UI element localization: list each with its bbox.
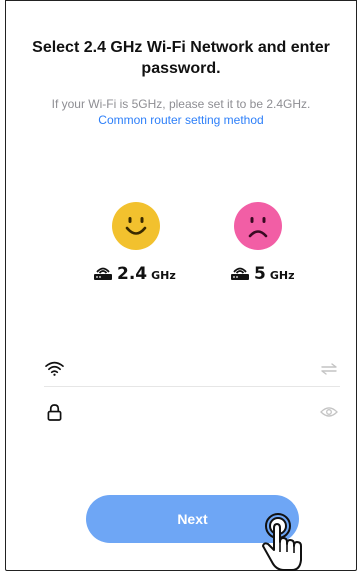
- band-unit: GHz: [269, 269, 295, 282]
- band-number: 5: [254, 264, 266, 284]
- password-input[interactable]: [74, 397, 308, 427]
- router-icon: [230, 265, 250, 281]
- router-setting-link[interactable]: Common router setting method: [6, 113, 356, 128]
- happy-face-icon: [112, 202, 160, 250]
- password-row: [44, 394, 340, 430]
- router-icon: [93, 265, 113, 281]
- page-title: Select 2.4 GHz Wi-Fi Network and enter p…: [32, 39, 330, 77]
- lock-icon: [44, 402, 64, 422]
- wifi-icon: [44, 359, 64, 379]
- band-unit: GHz: [151, 269, 176, 282]
- band-label-5ghz: 5 GHz: [230, 263, 294, 284]
- band-label-2-4ghz: 2.4 GHz: [93, 263, 176, 284]
- band-hint-text: If your Wi-Fi is 5GHz, please set it to …: [51, 97, 311, 111]
- swap-icon[interactable]: [318, 360, 340, 378]
- eye-icon[interactable]: [318, 403, 340, 421]
- next-button[interactable]: Next: [86, 495, 299, 543]
- wifi-name-input[interactable]: [74, 353, 308, 384]
- sad-face-icon: [234, 202, 282, 250]
- screen-frame: Select 2.4 GHz Wi-Fi Network and enter p…: [5, 0, 357, 571]
- wifi-name-row: [44, 351, 340, 387]
- band-number: 2.4: [117, 264, 148, 284]
